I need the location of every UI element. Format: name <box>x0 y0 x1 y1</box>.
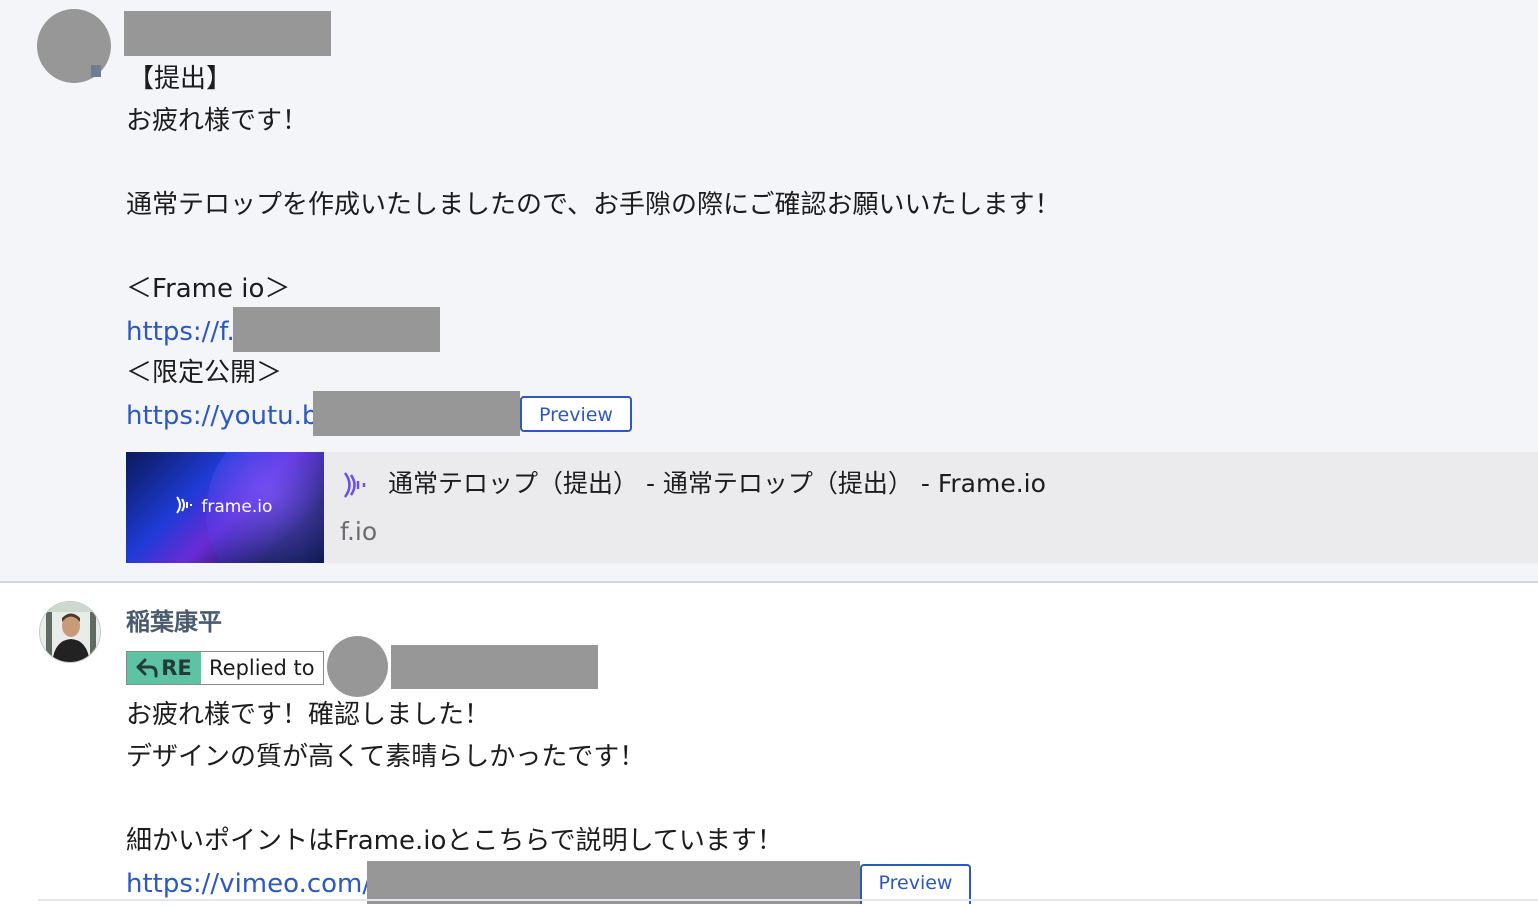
replied-user-avatar-redacted[interactable] <box>327 636 388 697</box>
replied-to-tag[interactable]: RE Replied to <box>126 651 324 685</box>
frame-io-link[interactable]: https://f. <box>126 315 235 349</box>
reply-arrow-icon <box>136 658 158 678</box>
card-thumbnail: frame.io <box>126 452 324 563</box>
message-text-line: ＜Frame io＞ <box>126 274 291 304</box>
message-text-line: 【提出】 <box>128 64 233 94</box>
message-text-line: 細かいポイントはFrame.ioとこちらで説明しています！ <box>126 826 783 856</box>
frameio-icon <box>343 472 366 498</box>
preview-button[interactable]: Preview <box>520 396 632 432</box>
message-text-line: ＜限定公開＞ <box>126 358 283 388</box>
message-text-line: お疲れ様です！確認しました！ <box>126 700 491 730</box>
link-redaction <box>367 861 860 904</box>
divider <box>38 899 1538 901</box>
message-1: 【提出】 お疲れ様です！ 通常テロップを作成いたしましたので、お手隙の際にご確認… <box>0 0 1538 583</box>
user-avatar[interactable] <box>39 601 101 663</box>
replied-user-name-redacted <box>391 645 598 689</box>
message-text-line: デザインの質が高くて素晴らしかったです！ <box>126 742 646 772</box>
link-redaction <box>233 307 440 352</box>
message-text-line: お疲れ様です！ <box>126 106 309 136</box>
youtube-link[interactable]: https://youtu.b <box>126 399 318 433</box>
link-preview-card[interactable]: frame.io 通常テロップ（提出） - 通常テロップ（提出） - Frame… <box>126 452 1538 563</box>
re-badge: RE <box>127 652 201 684</box>
vimeo-link[interactable]: https://vimeo.com/ <box>126 867 371 901</box>
frameio-logo: frame.io <box>174 494 272 520</box>
sender-name-redacted <box>124 11 331 56</box>
author-name[interactable]: 稲葉康平 <box>126 605 222 639</box>
link-redaction <box>313 391 520 436</box>
card-domain: f.io <box>340 517 378 546</box>
replied-to-label: Replied to <box>209 656 315 680</box>
sender-avatar-redacted[interactable] <box>37 9 111 83</box>
card-title[interactable]: 通常テロップ（提出） - 通常テロップ（提出） - Frame.io <box>388 467 1046 501</box>
message-text-line: 通常テロップを作成いたしましたので、お手隙の際にご確認お願いいたします！ <box>126 190 1061 220</box>
preview-button[interactable]: Preview <box>860 864 971 904</box>
